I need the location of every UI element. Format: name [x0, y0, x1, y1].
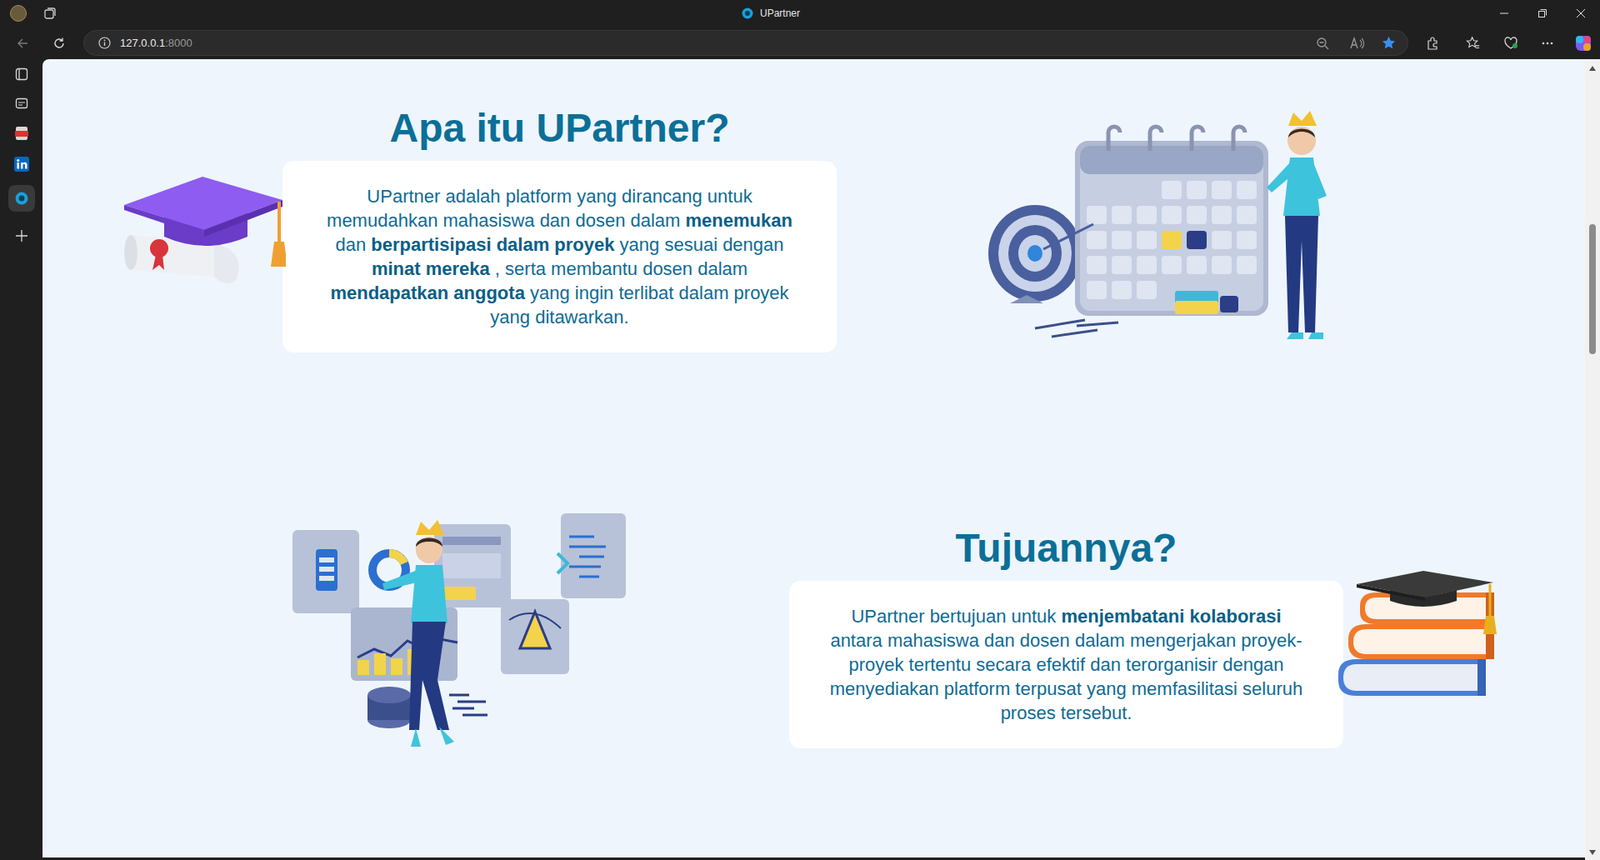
- restore-button[interactable]: [1523, 0, 1562, 27]
- minimize-button[interactable]: [1485, 0, 1524, 27]
- text: yang sesuai dengan: [615, 234, 785, 255]
- url-host: 127.0.0.1: [120, 36, 165, 50]
- workspaces-icon[interactable]: [15, 67, 29, 81]
- section-card: UPartner bertujuan untuk menjembatani ko…: [789, 580, 1344, 749]
- scrollbar-thumb[interactable]: [1589, 224, 1596, 355]
- close-icon: [1576, 9, 1585, 18]
- pdf-icon[interactable]: [14, 125, 30, 141]
- bold-text: menjembatani kolaborasi: [1060, 605, 1281, 627]
- copilot-icon[interactable]: [1575, 35, 1592, 52]
- bold-text: mendapatkan anggota: [330, 282, 525, 304]
- text: dan: [335, 234, 371, 255]
- text: , serta membantu dosen dalam: [490, 258, 748, 280]
- favorite-star-icon[interactable]: [1381, 35, 1396, 50]
- collections-icon[interactable]: [15, 96, 29, 110]
- restore-icon: [1538, 9, 1547, 18]
- back-icon[interactable]: [15, 36, 30, 50]
- extensions-icon[interactable]: [1425, 35, 1440, 50]
- bold-text: berpartisipasi dalam proyek: [370, 234, 615, 255]
- calendar-goal-illustration: [985, 107, 1352, 352]
- section-card: UPartner adalah platform yang dirancang …: [282, 160, 837, 353]
- browser-sidebar: [0, 59, 43, 860]
- text: antara mahasiswa dan dosen dalam mengerj…: [830, 630, 1303, 724]
- graduation-cap-illustration: [122, 168, 286, 286]
- scrollbar[interactable]: [1585, 59, 1600, 860]
- address-bar[interactable]: 127.0.0.1:8000: [83, 30, 1409, 56]
- browser-essentials-icon[interactable]: [1503, 35, 1519, 50]
- read-aloud-icon[interactable]: [1350, 36, 1365, 50]
- calendar-illustration: [985, 107, 1352, 352]
- page: Apa itu UPartner? UPartner adalah platfor…: [42, 59, 1585, 858]
- text: UPartner bertujuan untuk: [850, 605, 1061, 627]
- books-decor: [1331, 569, 1505, 712]
- more-icon[interactable]: [1540, 36, 1555, 50]
- section-text: Tujuannya? UPartner bertujuan untuk menje…: [789, 525, 1344, 749]
- section-heading: Apa itu UPartner?: [389, 105, 730, 152]
- section-text: Apa itu UPartner? UPartner adalah platfor…: [282, 105, 837, 353]
- section-row: Tujuannya? UPartner bertujuan untuk menje…: [42, 511, 1585, 757]
- tab-title: UPartner: [760, 5, 800, 21]
- text: yang ingin terlibat dalam proyek yang di…: [490, 282, 789, 328]
- linkedin-icon[interactable]: [14, 156, 30, 172]
- info-icon[interactable]: [98, 36, 111, 50]
- add-icon[interactable]: [15, 229, 29, 243]
- section-paragraph: UPartner adalah platform yang dirancang …: [320, 184, 799, 330]
- upartner-sidebar-item[interactable]: [8, 185, 35, 212]
- section-row: Apa itu UPartner? UPartner adalah platfor…: [42, 105, 1585, 353]
- title-bar: UPartner: [0, 0, 1600, 27]
- developer-workspace-illustration: [290, 511, 628, 757]
- upartner-app-icon: [15, 191, 29, 205]
- profile-icon[interactable]: [10, 5, 27, 22]
- favorites-icon[interactable]: [1465, 35, 1480, 50]
- upartner-favicon-icon: [741, 7, 754, 20]
- zoom-out-icon[interactable]: [1315, 36, 1330, 50]
- tab-actions-icon[interactable]: [43, 6, 57, 20]
- url-port: :8000: [165, 36, 193, 50]
- close-button[interactable]: [1561, 0, 1600, 27]
- bold-text: minat mereka: [371, 258, 490, 280]
- scroll-up-icon[interactable]: [1589, 65, 1596, 71]
- toolbar: 127.0.0.1:8000: [0, 26, 1600, 60]
- section-paragraph: UPartner bertujuan untuk menjembatani ko…: [827, 604, 1305, 725]
- books-cap-illustration: [1331, 569, 1505, 712]
- refresh-icon[interactable]: [52, 36, 66, 50]
- minimize-icon: [1500, 9, 1509, 18]
- workspace-illustration: [290, 511, 628, 757]
- scroll-down-icon[interactable]: [1589, 850, 1596, 855]
- bold-text: menemukan: [685, 210, 793, 231]
- graduation-cap-decor: [122, 168, 286, 286]
- section-heading: Tujuannya?: [955, 525, 1178, 572]
